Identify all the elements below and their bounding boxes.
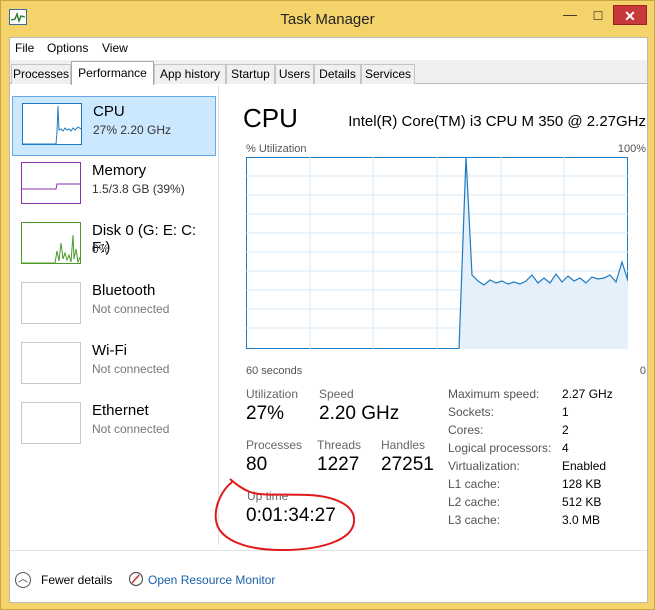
title-bar[interactable]: Task Manager — ☐ ✕ xyxy=(1,1,654,37)
sidebar-item-label: Ethernet xyxy=(92,402,149,419)
disk-thumbnail-graph xyxy=(21,222,81,264)
sidebar-item-detail: Not connected xyxy=(92,422,170,436)
handles-value: 27251 xyxy=(381,454,434,475)
sidebar-item-label: Memory xyxy=(92,162,147,179)
tab-startup[interactable]: Startup xyxy=(226,64,275,84)
memory-thumbnail-graph xyxy=(21,162,81,204)
sidebar-item-bluetooth[interactable]: Bluetooth Not connected xyxy=(12,276,216,336)
chevron-up-icon[interactable]: ︿ xyxy=(15,572,31,588)
property-value: 512 KB xyxy=(562,495,602,509)
property-key: Logical processors: xyxy=(448,441,552,455)
tab-processes[interactable]: Processes xyxy=(11,64,71,84)
sidebar-item-memory[interactable]: Memory 1.5/3.8 GB (39%) xyxy=(12,156,216,216)
property-value: 4 xyxy=(562,441,569,455)
property-key: Cores: xyxy=(448,423,484,437)
sidebar-item-detail: 27% 2.20 GHz xyxy=(93,123,172,137)
property-key: Sockets: xyxy=(448,405,495,419)
sidebar-item-disk[interactable]: Disk 0 (G: E: C: F:) 0% xyxy=(12,216,216,276)
graph-y-label: % Utilization xyxy=(246,143,307,155)
property-key: L1 cache: xyxy=(448,477,501,491)
footer-bar: ︿ Fewer details Open Resource Monitor xyxy=(10,550,647,604)
menu-bar: File Options View xyxy=(10,38,647,60)
close-button[interactable]: ✕ xyxy=(613,5,647,25)
minimize-button[interactable]: — xyxy=(557,7,583,25)
ethernet-thumbnail-graph xyxy=(21,402,81,444)
utilization-label: Utilization xyxy=(246,387,299,401)
property-key: Maximum speed: xyxy=(448,387,540,401)
handles-label: Handles xyxy=(381,438,426,452)
sidebar-item-label: Bluetooth xyxy=(92,282,156,299)
property-value: 128 KB xyxy=(562,477,602,491)
open-resource-monitor-link[interactable]: Open Resource Monitor xyxy=(148,573,275,587)
threads-value: 1227 xyxy=(317,454,360,475)
cpu-thumbnail-graph xyxy=(22,103,82,145)
menu-file[interactable]: File xyxy=(15,41,34,55)
sidebar-item-detail: 0% xyxy=(92,242,110,256)
graph-y-max-label: 100% xyxy=(617,143,646,155)
property-value: Enabled xyxy=(562,459,607,473)
utilization-value: 27% xyxy=(246,403,285,424)
property-key: L3 cache: xyxy=(448,513,501,527)
graph-x-label: 60 seconds xyxy=(246,365,303,377)
resource-monitor-icon[interactable] xyxy=(128,571,144,587)
sidebar-item-label: Wi-Fi xyxy=(92,342,127,359)
maximize-button[interactable]: ☐ xyxy=(585,7,611,25)
sidebar-item-cpu[interactable]: CPU 27% 2.20 GHz xyxy=(12,96,216,156)
sidebar-item-label: Disk 0 (G: E: C: F:) xyxy=(92,222,197,256)
property-value: 1 xyxy=(562,405,569,419)
sidebar-item-detail: Not connected xyxy=(92,302,170,316)
graph-x-end-label: 0 xyxy=(639,365,646,377)
resource-sidebar: CPU 27% 2.20 GHz Memory 1.5/3.8 GB (39%) xyxy=(10,85,218,545)
cpu-utilization-graph[interactable] xyxy=(246,156,629,350)
sidebar-item-label: CPU xyxy=(93,103,125,120)
menu-options[interactable]: Options xyxy=(47,41,88,55)
page-title: CPU xyxy=(243,103,298,133)
tab-performance[interactable]: Performance xyxy=(71,61,154,85)
sidebar-item-wifi[interactable]: Wi-Fi Not connected xyxy=(12,336,216,396)
sidebar-item-ethernet[interactable]: Ethernet Not connected xyxy=(12,396,216,456)
tab-strip: Processes Performance App history Startu… xyxy=(10,60,647,85)
tab-app-history[interactable]: App history xyxy=(154,64,226,84)
wifi-thumbnail-graph xyxy=(21,342,81,384)
fewer-details-button[interactable]: Fewer details xyxy=(41,573,112,587)
tab-users[interactable]: Users xyxy=(275,64,314,84)
sidebar-item-detail: Not connected xyxy=(92,362,170,376)
tab-services[interactable]: Services xyxy=(361,64,415,84)
sidebar-item-detail: 1.5/3.8 GB (39%) xyxy=(92,182,185,196)
cpu-model-name: Intel(R) Core(TM) i3 CPU M 350 @ 2.27GHz xyxy=(348,113,646,130)
menu-view[interactable]: View xyxy=(102,41,128,55)
processes-value: 80 xyxy=(246,454,268,475)
red-circle-annotation xyxy=(214,478,356,552)
speed-label: Speed xyxy=(319,387,354,401)
threads-label: Threads xyxy=(317,438,362,452)
speed-value: 2.20 GHz xyxy=(319,403,400,424)
property-key: Virtualization: xyxy=(448,459,520,473)
property-value: 2.27 GHz xyxy=(562,387,613,401)
property-key: L2 cache: xyxy=(448,495,501,509)
property-value: 2 xyxy=(562,423,569,437)
tab-details[interactable]: Details xyxy=(314,64,361,84)
property-value: 3.0 MB xyxy=(562,513,601,527)
processes-label: Processes xyxy=(246,438,303,452)
bluetooth-thumbnail-graph xyxy=(21,282,81,324)
